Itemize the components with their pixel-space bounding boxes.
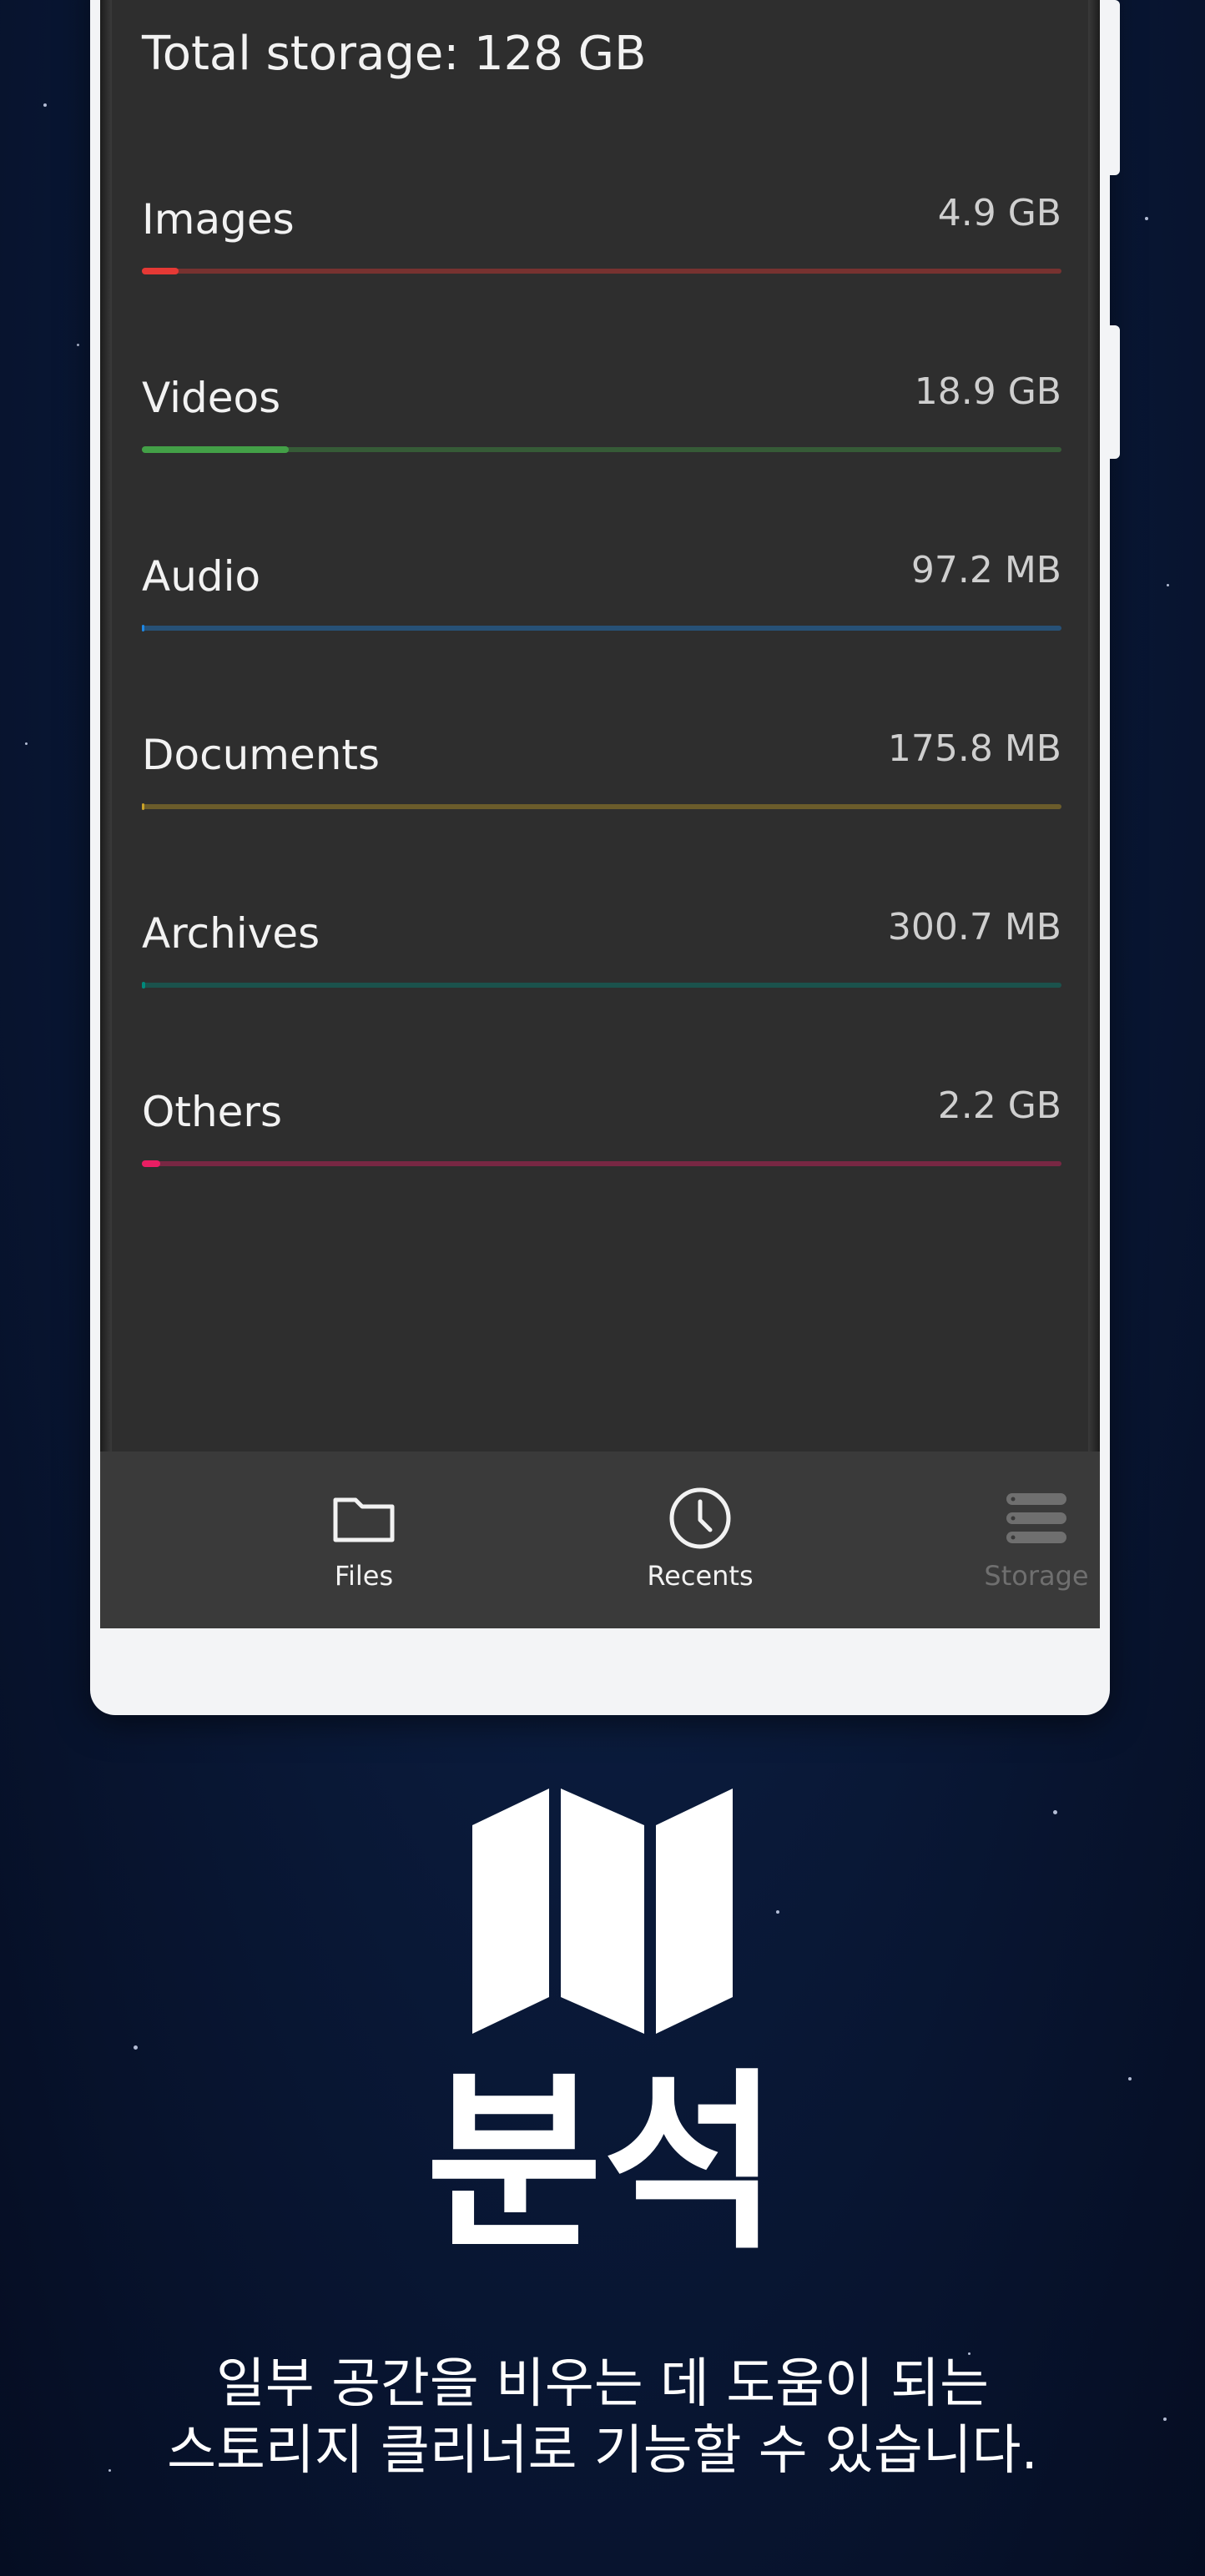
category-size: 4.9 GB (937, 192, 1061, 234)
category-usage-bar (142, 446, 1061, 453)
category-size: 18.9 GB (914, 370, 1061, 413)
screen-edge (100, 0, 112, 1628)
folder-icon (333, 1497, 395, 1542)
category-size: 2.2 GB (937, 1084, 1061, 1127)
map-icon (472, 1789, 733, 2034)
storage-category-videos[interactable]: Videos 18.9 GB (142, 370, 1061, 491)
phone-frame: Total storage: 128 GB Images 4.9 GB Vide… (90, 0, 1120, 1715)
nav-files-label: Files (334, 1560, 394, 1592)
star (1145, 217, 1148, 220)
category-usage-bar (142, 803, 1061, 810)
star (25, 742, 28, 745)
star (43, 103, 47, 107)
nav-files[interactable]: Files (239, 1452, 489, 1628)
category-name: Archives (142, 909, 320, 958)
total-storage-label: Total storage: 128 GB (142, 27, 647, 81)
screen-edge (1088, 0, 1100, 1628)
category-usage-fill (142, 803, 145, 810)
star (1167, 584, 1169, 586)
category-usage-bar (142, 982, 1061, 989)
category-usage-bar (142, 625, 1061, 631)
category-usage-bar (142, 1160, 1061, 1167)
category-size: 300.7 MB (887, 906, 1061, 948)
star (134, 2045, 138, 2050)
storage-category-archives[interactable]: Archives 300.7 MB (142, 906, 1061, 1026)
phone-screen: Total storage: 128 GB Images 4.9 GB Vide… (100, 0, 1100, 1628)
category-usage-bar (142, 268, 1061, 274)
phone-side-button (1108, 325, 1120, 459)
nav-storage-label: Storage (984, 1560, 1089, 1592)
category-name: Documents (142, 731, 381, 779)
category-size: 97.2 MB (910, 549, 1061, 591)
storage-icon (1006, 1493, 1066, 1543)
star (77, 344, 79, 346)
nav-storage[interactable]: Storage (911, 1452, 1100, 1628)
nav-recents-label: Recents (647, 1560, 754, 1592)
category-usage-fill (142, 268, 179, 274)
phone-side-button (1108, 0, 1120, 175)
category-usage-fill (142, 625, 145, 631)
star (1053, 1810, 1057, 1814)
star (776, 1910, 779, 1914)
category-name: Images (142, 195, 295, 244)
feature-headline: 분석 (426, 2053, 779, 2276)
nav-recents[interactable]: Recents (575, 1452, 825, 1628)
storage-category-audio[interactable]: Audio 97.2 MB (142, 549, 1061, 669)
category-usage-fill (142, 1160, 161, 1167)
clock-icon (669, 1487, 731, 1549)
category-name: Videos (142, 374, 281, 422)
storage-category-images[interactable]: Images 4.9 GB (142, 192, 1061, 312)
category-size: 175.8 MB (887, 727, 1061, 770)
storage-category-others[interactable]: Others 2.2 GB (142, 1084, 1061, 1205)
category-name: Audio (142, 552, 261, 601)
category-usage-fill (142, 446, 290, 453)
category-name: Others (142, 1088, 283, 1136)
feature-description-line1: 일부 공간을 비우는 데 도움이 되는 (215, 2353, 990, 2415)
bottom-navigation: Files Recents Storage (100, 1452, 1100, 1628)
category-usage-fill (142, 982, 146, 989)
feature-description-line2: 스토리지 클리너로 기능할 수 있습니다. (167, 2420, 1038, 2482)
storage-category-documents[interactable]: Documents 175.8 MB (142, 727, 1061, 848)
